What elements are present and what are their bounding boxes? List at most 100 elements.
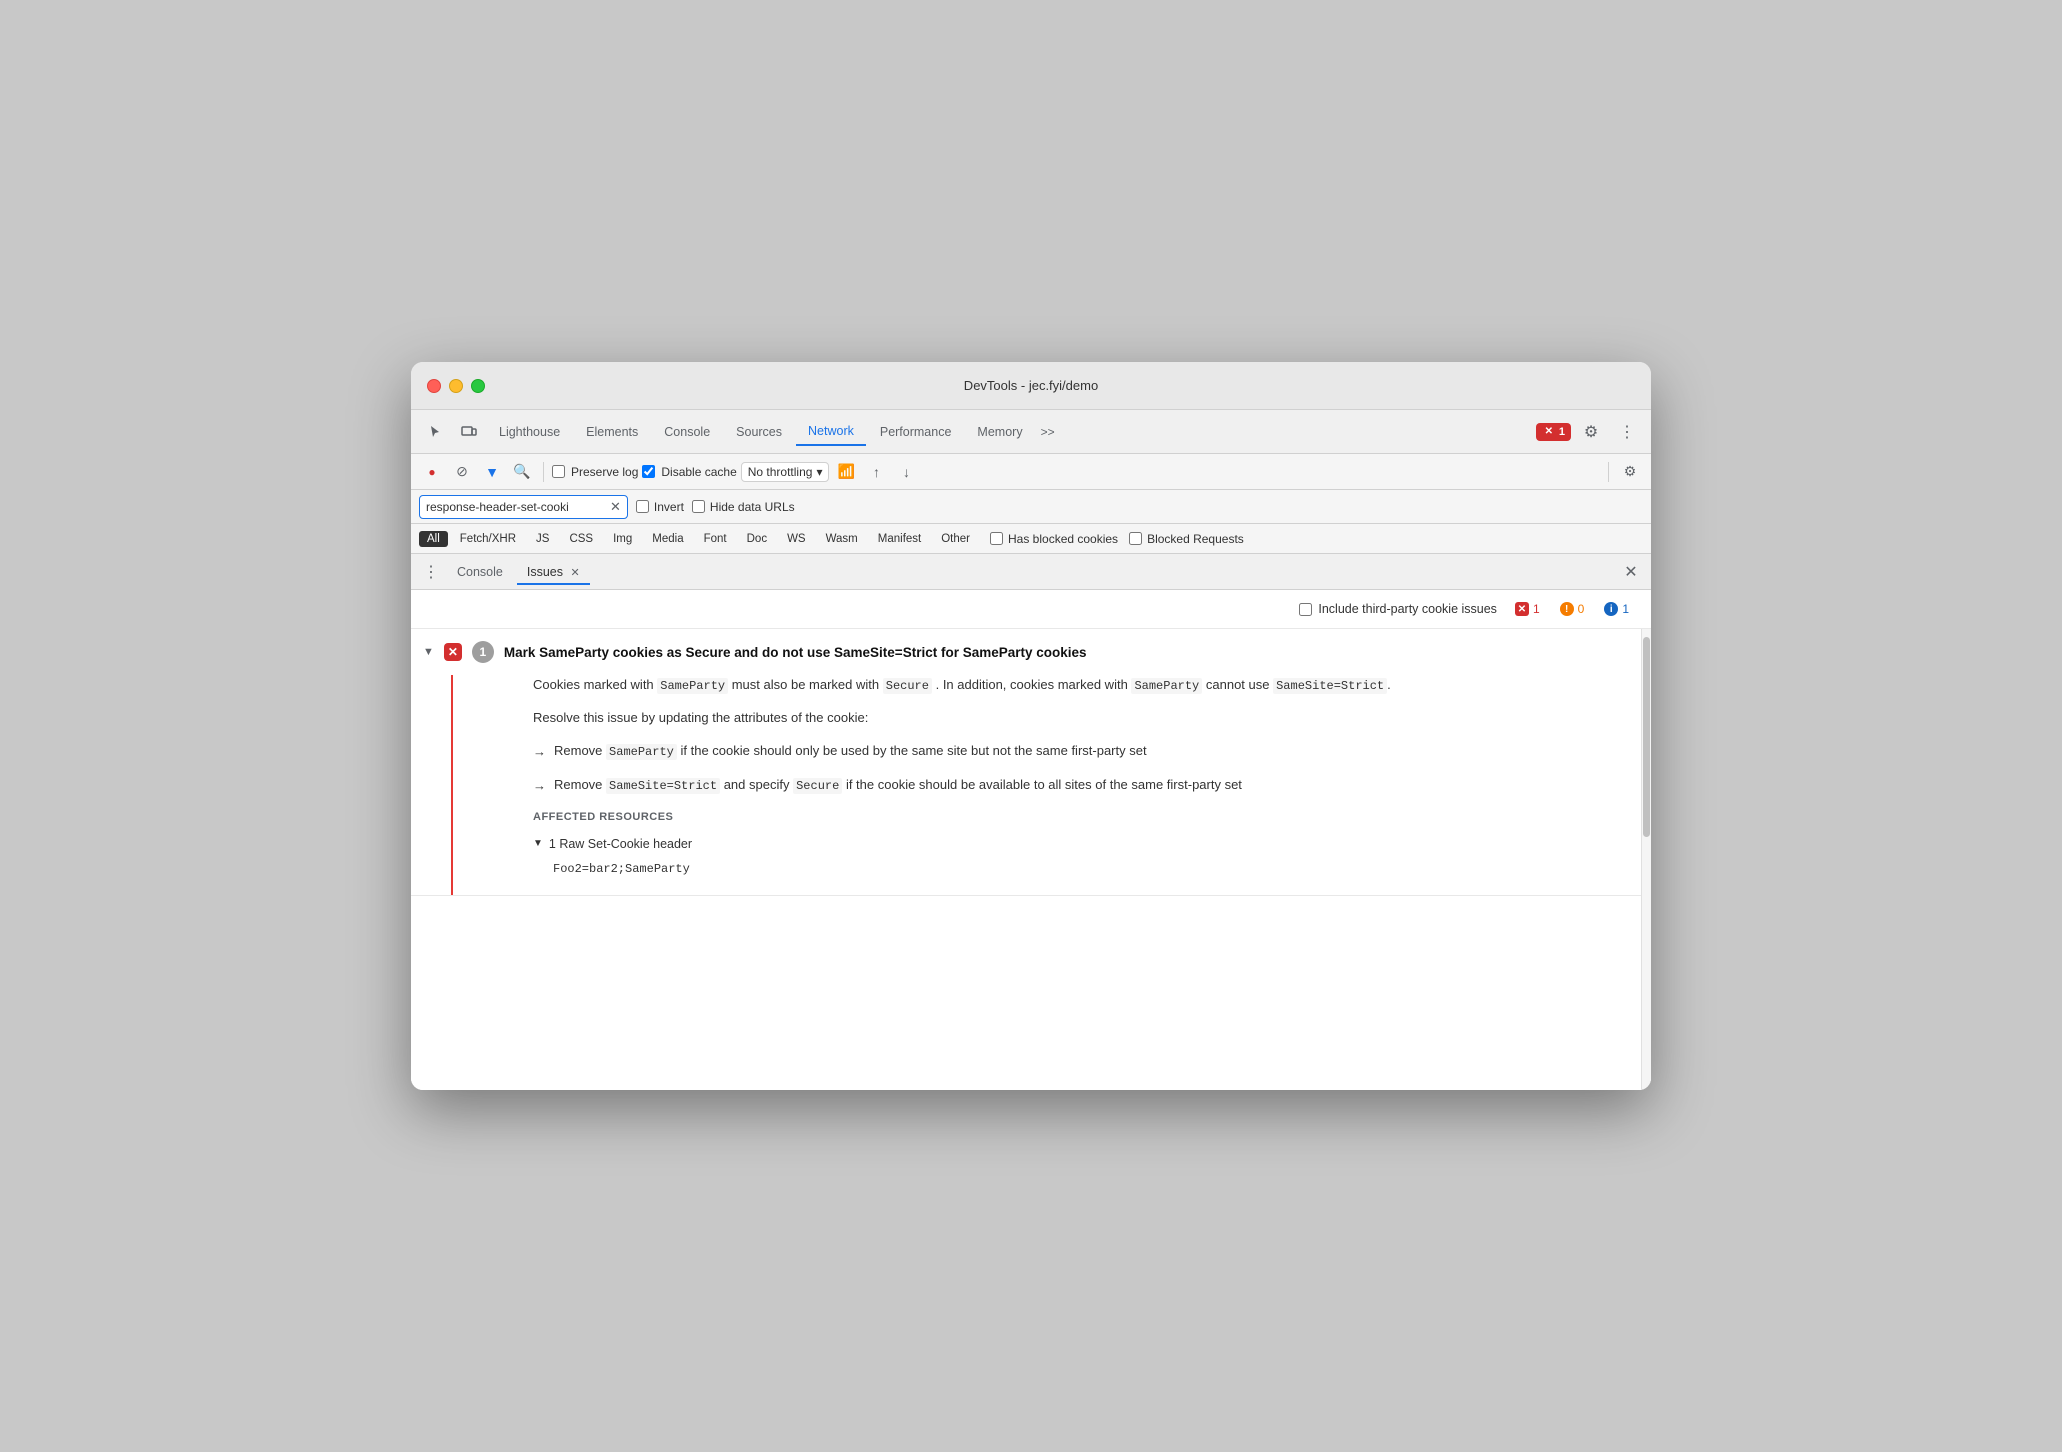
code-secure: Secure (883, 678, 932, 694)
more-options-icon[interactable]: ⋮ (1611, 416, 1643, 448)
issues-list: ▼ ✕ 1 Mark SameParty cookies as Secure a… (411, 629, 1641, 1090)
blocked-requests-checkbox[interactable] (1129, 532, 1142, 545)
code-samesite-strict: SameSite=Strict (1273, 678, 1387, 694)
filter-input-wrapper: ✕ (419, 495, 628, 519)
panel-close-button[interactable]: ✕ (1619, 560, 1643, 584)
tab-memory[interactable]: Memory (965, 419, 1034, 445)
bullet2-mid: and specify (724, 777, 790, 792)
type-chip-all[interactable]: All (419, 531, 448, 547)
preserve-log-label[interactable]: Preserve log (552, 465, 638, 479)
issue-header-row[interactable]: ▼ ✕ 1 Mark SameParty cookies as Secure a… (411, 629, 1641, 675)
third-party-cookie-text: Include third-party cookie issues (1318, 602, 1497, 616)
issue-item-sameparty: ▼ ✕ 1 Mark SameParty cookies as Secure a… (411, 629, 1641, 896)
bullet2: → Remove SameSite=Strict and specify Sec… (533, 775, 1617, 797)
bullet2-post: if the cookie should be available to all… (846, 777, 1242, 792)
scrollbar-thumb[interactable] (1643, 637, 1650, 837)
window-title: DevTools - jec.fyi/demo (964, 378, 1098, 393)
hide-data-urls-label[interactable]: Hide data URLs (692, 500, 795, 514)
maximize-button[interactable] (471, 379, 485, 393)
warning-badge-count: 0 (1578, 602, 1585, 616)
tab-sources[interactable]: Sources (724, 419, 794, 445)
close-button[interactable] (427, 379, 441, 393)
type-chip-fetch-xhr[interactable]: Fetch/XHR (452, 531, 524, 547)
resolve-text: Resolve this issue by updating the attri… (533, 708, 1617, 729)
resource-value: Foo2=bar2;SameParty (533, 860, 1617, 879)
bullet2-code2: Secure (793, 778, 842, 794)
settings-icon[interactable]: ⚙ (1575, 416, 1607, 448)
has-blocked-cookies-label[interactable]: Has blocked cookies (990, 532, 1118, 546)
device-toolbar-icon[interactable] (453, 416, 485, 448)
nav-tabs-bar: Lighthouse Elements Console Sources Netw… (411, 410, 1651, 454)
type-chip-media[interactable]: Media (644, 531, 691, 547)
issues-badges: ✕ 1 ! 0 i 1 (1509, 600, 1635, 618)
stop-recording-button[interactable]: ⊘ (449, 459, 475, 485)
invert-filter-label[interactable]: Invert (636, 500, 684, 514)
divider1 (543, 462, 544, 482)
type-chip-js[interactable]: JS (528, 531, 557, 547)
body-end: . (1387, 677, 1391, 692)
issue-description: Cookies marked with SameParty must also … (533, 675, 1617, 696)
upload-icon[interactable]: ↑ (863, 459, 889, 485)
more-tabs-button[interactable]: >> (1037, 419, 1059, 445)
search-button[interactable]: 🔍 (509, 459, 535, 485)
blocked-requests-label[interactable]: Blocked Requests (1129, 532, 1244, 546)
network-settings-icon[interactable]: ⚙ (1617, 459, 1643, 485)
type-chip-img[interactable]: Img (605, 531, 640, 547)
panel-tab-console[interactable]: Console (447, 559, 513, 585)
type-chip-other[interactable]: Other (933, 531, 978, 547)
resource-item[interactable]: ▼ 1 Raw Set-Cookie header (533, 834, 1617, 854)
third-party-cookie-checkbox[interactable] (1299, 603, 1312, 616)
error-count: 1 (1559, 426, 1565, 438)
panel-tab-issues[interactable]: Issues ✕ (517, 559, 590, 585)
disable-cache-checkbox[interactable] (642, 465, 655, 478)
tab-lighthouse[interactable]: Lighthouse (487, 419, 572, 445)
bullet1-content: Remove SameParty if the cookie should on… (554, 741, 1147, 762)
preserve-log-checkbox[interactable] (552, 465, 565, 478)
invert-checkbox[interactable] (636, 500, 649, 513)
filter-button[interactable]: ▼ (479, 459, 505, 485)
type-chip-css[interactable]: CSS (561, 531, 601, 547)
code-sameparty-1: SameParty (657, 678, 728, 694)
tab-console[interactable]: Console (652, 419, 722, 445)
type-chip-wasm[interactable]: Wasm (818, 531, 866, 547)
bullet1-post: if the cookie should only be used by the… (680, 743, 1146, 758)
record-button[interactable]: ● (419, 459, 445, 485)
type-chip-ws[interactable]: WS (779, 531, 814, 547)
title-bar: DevTools - jec.fyi/demo (411, 362, 1651, 410)
minimize-button[interactable] (449, 379, 463, 393)
third-party-cookie-filter-label[interactable]: Include third-party cookie issues (1299, 602, 1497, 616)
download-icon[interactable]: ↓ (893, 459, 919, 485)
bullet1-code: SameParty (606, 744, 677, 760)
panel-more-button[interactable]: ⋮ (419, 560, 443, 584)
has-blocked-cookies-checkbox[interactable] (990, 532, 1003, 545)
scrollbar[interactable] (1641, 629, 1651, 1090)
cursor-icon[interactable] (419, 416, 451, 448)
filter-clear-button[interactable]: ✕ (610, 500, 621, 513)
body-intro: Cookies marked with (533, 677, 654, 692)
type-chip-doc[interactable]: Doc (739, 531, 775, 547)
network-toolbar: ● ⊘ ▼ 🔍 Preserve log Disable cache No th… (411, 454, 1651, 490)
devtools-body: Lighthouse Elements Console Sources Netw… (411, 410, 1651, 1090)
type-chip-font[interactable]: Font (696, 531, 735, 547)
tab-network[interactable]: Network (796, 418, 866, 446)
hide-data-urls-checkbox[interactable] (692, 500, 705, 513)
tab-elements[interactable]: Elements (574, 419, 650, 445)
issue-error-icon: ✕ (444, 643, 462, 661)
preserve-log-text: Preserve log (571, 465, 638, 479)
issues-header: Include third-party cookie issues ✕ 1 ! … (411, 590, 1651, 629)
affected-resources-title: AFFECTED RESOURCES (533, 809, 1617, 827)
panel-tabs-bar: ⋮ Console Issues ✕ ✕ (411, 554, 1651, 590)
issue-expand-icon[interactable]: ▼ (423, 646, 434, 658)
error-count-badge: ✕ 1 (1536, 423, 1571, 441)
filter-input[interactable] (426, 500, 606, 514)
error-badge-icon: ✕ (1515, 602, 1529, 616)
warning-badge: ! 0 (1554, 600, 1591, 618)
tab-performance[interactable]: Performance (868, 419, 964, 445)
disable-cache-label[interactable]: Disable cache (642, 465, 736, 479)
throttle-selector[interactable]: No throttling ▾ (741, 462, 830, 482)
wifi-settings-icon[interactable]: 📶 (833, 459, 859, 485)
issues-scroll-area: ▼ ✕ 1 Mark SameParty cookies as Secure a… (411, 629, 1651, 1090)
panel-tab-issues-close[interactable]: ✕ (571, 567, 580, 579)
type-chip-manifest[interactable]: Manifest (870, 531, 929, 547)
traffic-lights (427, 379, 485, 393)
